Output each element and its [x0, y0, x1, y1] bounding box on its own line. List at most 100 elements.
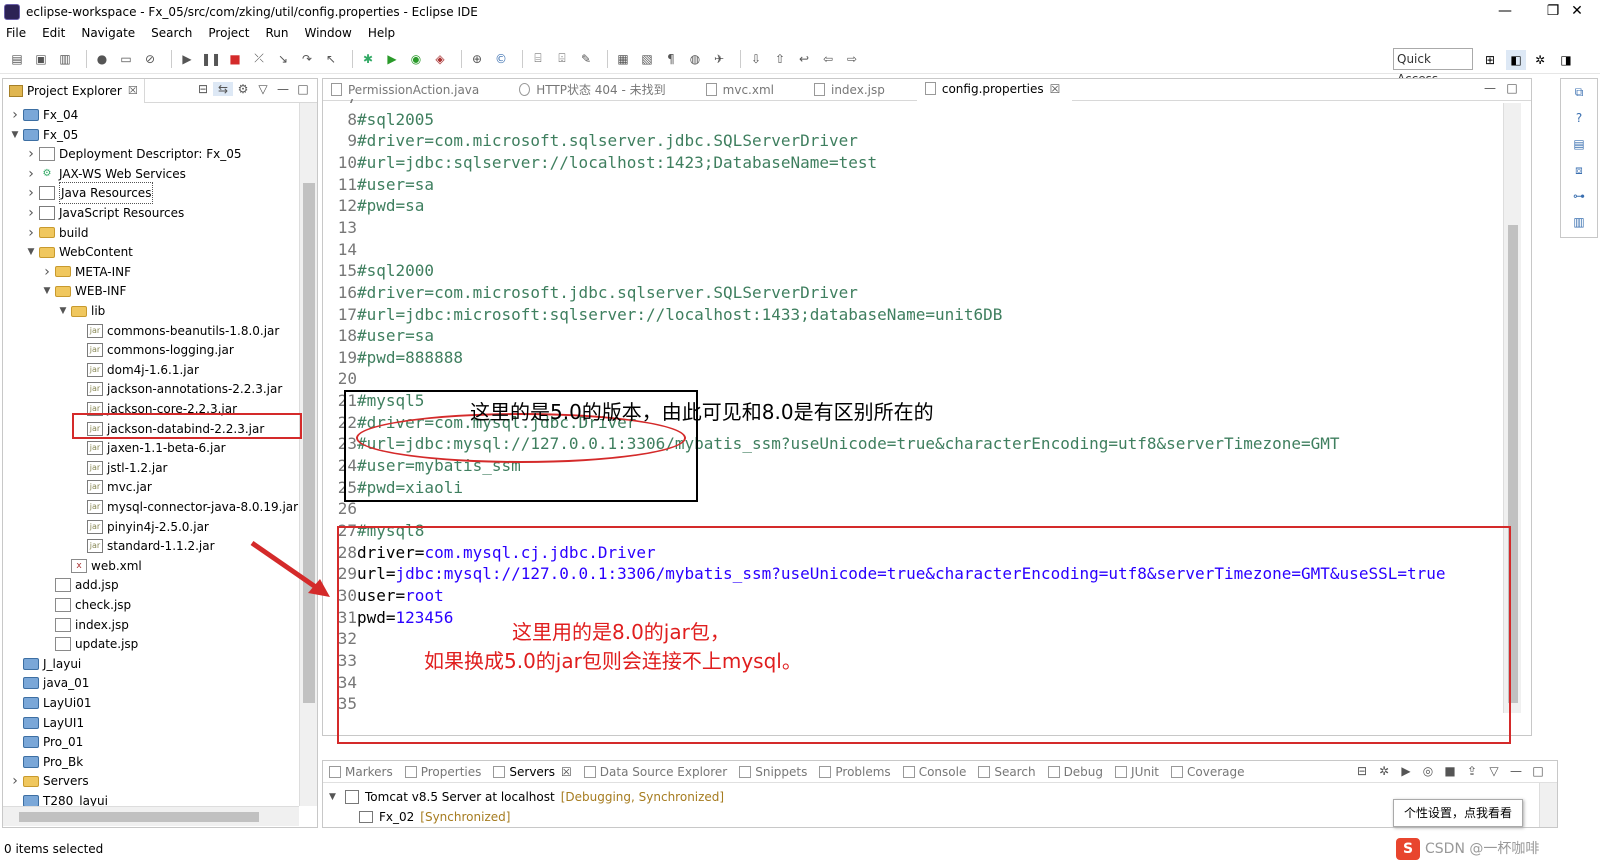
open-task-icon[interactable]: ⌹: [553, 50, 571, 68]
tree-item[interactable]: jar jstl-1.2.jar: [73, 458, 167, 478]
bottom-tab-problems[interactable]: Problems: [813, 765, 896, 779]
skip-breakpoints-icon[interactable]: ⊘: [141, 50, 159, 68]
chevron-right-icon[interactable]: ›: [9, 771, 21, 791]
step-into-icon[interactable]: ↘: [274, 50, 292, 68]
project-explorer-tab[interactable]: Project Explorer ☒: [3, 78, 145, 103]
next-annotation-icon[interactable]: ⇩: [747, 50, 765, 68]
toggle-block-icon[interactable]: ▦: [614, 50, 632, 68]
minimize-editor-icon[interactable]: —: [1479, 81, 1501, 95]
menu-navigate[interactable]: Navigate: [81, 26, 135, 40]
editor-tab-mvcxml[interactable]: mvc.xml: [698, 79, 786, 101]
debug-server-icon[interactable]: ✲: [1373, 764, 1395, 778]
maximize-view-icon[interactable]: □: [293, 82, 313, 96]
menu-help[interactable]: Help: [368, 26, 395, 40]
task-list-icon[interactable]: ▤: [1569, 137, 1589, 157]
tree-item[interactable]: update.jsp: [41, 634, 138, 654]
tree-item[interactable]: ▼ WebContent: [25, 242, 133, 262]
palette-icon[interactable]: ▥: [1569, 215, 1589, 235]
chevron-right-icon[interactable]: ›: [9, 105, 21, 125]
chevron-down-icon[interactable]: ▼: [41, 281, 53, 301]
coverage-icon[interactable]: ◉: [407, 50, 425, 68]
start-server-icon[interactable]: ▶: [1395, 764, 1417, 778]
new-server-icon[interactable]: ⊕: [468, 50, 486, 68]
debug-perspective-icon[interactable]: ✲: [1530, 50, 1550, 70]
terminal-icon[interactable]: ▭: [117, 50, 135, 68]
explorer-horizontal-scrollbar[interactable]: [3, 806, 299, 826]
tree-item[interactable]: jar commons-beanutils-1.8.0.jar: [73, 321, 279, 341]
explorer-hscroll-thumb[interactable]: [19, 812, 259, 822]
search-tool-icon[interactable]: ✎: [577, 50, 595, 68]
editor-tab-config-properties[interactable]: config.properties ☒: [916, 78, 1073, 101]
external-tools-icon[interactable]: ◈: [431, 50, 449, 68]
menu-project[interactable]: Project: [208, 26, 249, 40]
globe-icon[interactable]: ◍: [686, 50, 704, 68]
save-all-icon[interactable]: ▥: [56, 50, 74, 68]
tree-item[interactable]: › Java Resources: [25, 182, 154, 205]
tree-item[interactable]: Pro_01: [9, 732, 83, 752]
step-over-icon[interactable]: ↷: [298, 50, 316, 68]
back-icon[interactable]: ⇦: [819, 50, 837, 68]
bottom-tab-properties[interactable]: Properties: [399, 765, 488, 779]
tree-item[interactable]: jar commons-logging.jar: [73, 340, 234, 360]
bottom-tab-coverage[interactable]: Coverage: [1165, 765, 1251, 779]
chevron-down-icon[interactable]: ▼: [57, 301, 69, 321]
tree-item[interactable]: › ⚙ JAX-WS Web Services: [25, 164, 186, 184]
chevron-down-icon[interactable]: ▼: [25, 242, 37, 262]
chevron-right-icon[interactable]: ›: [25, 183, 37, 203]
chevron-right-icon[interactable]: ›: [25, 164, 37, 184]
ime-logo-icon[interactable]: S: [1396, 838, 1420, 860]
bottom-tab-debug[interactable]: Debug: [1042, 765, 1109, 779]
close-tab-icon[interactable]: ☒: [1050, 82, 1061, 96]
pin-icon[interactable]: ✈: [710, 50, 728, 68]
bottom-tab-data-source-explorer[interactable]: Data Source Explorer: [578, 765, 733, 779]
bottom-tab-console[interactable]: Console: [897, 765, 973, 779]
open-type-icon[interactable]: ⌸: [529, 50, 547, 68]
step-return-icon[interactable]: ↖: [322, 50, 340, 68]
tree-item[interactable]: › Deployment Descriptor: Fx_05: [25, 144, 241, 164]
tree-item[interactable]: › META-INF: [41, 262, 131, 282]
minimize-view-icon[interactable]: —: [1505, 764, 1527, 778]
close-window-button[interactable]: ✕: [1554, 0, 1600, 23]
explorer-scroll-thumb[interactable]: [303, 183, 315, 703]
server-module-row[interactable]: Fx_02 [Synchronized]: [359, 807, 510, 827]
restore-icon[interactable]: ⧈: [1569, 163, 1589, 183]
chevron-right-icon[interactable]: ›: [25, 223, 37, 243]
collapse-all-icon[interactable]: ⊟: [193, 82, 213, 96]
outline-icon[interactable]: ⧉: [1569, 85, 1589, 105]
maximize-editor-icon[interactable]: □: [1501, 81, 1523, 95]
close-tab-icon[interactable]: ☒: [561, 765, 572, 779]
editor-tab-permissionaction[interactable]: PermissionAction.java: [323, 79, 491, 101]
hierarchy-icon[interactable]: ⊶: [1569, 189, 1589, 209]
tree-item[interactable]: ▼ Fx_05: [9, 125, 79, 145]
tree-item[interactable]: check.jsp: [41, 595, 131, 615]
bottom-tab-snippets[interactable]: Snippets: [733, 765, 813, 779]
tree-item[interactable]: › Fx_04: [9, 105, 78, 125]
terminate-icon[interactable]: ■: [226, 50, 244, 68]
menu-window[interactable]: Window: [304, 26, 351, 40]
tree-item[interactable]: jar dom4j-1.6.1.jar: [73, 360, 199, 380]
profile-server-icon[interactable]: ◎: [1417, 764, 1439, 778]
prev-annotation-icon[interactable]: ⇧: [771, 50, 789, 68]
tree-item[interactable]: LayUI1: [9, 713, 84, 733]
tree-item[interactable]: LayUi01: [9, 693, 92, 713]
quick-access-field[interactable]: Quick Access: [1393, 48, 1473, 86]
view-menu-icon[interactable]: ▽: [253, 82, 273, 96]
explorer-vertical-scrollbar[interactable]: [299, 103, 317, 806]
server-row[interactable]: ▼ Tomcat v8.5 Server at localhost [Debug…: [329, 787, 724, 807]
menu-edit[interactable]: Edit: [42, 26, 65, 40]
tree-item[interactable]: index.jsp: [41, 615, 129, 635]
bottom-tab-servers[interactable]: Servers ☒: [487, 765, 577, 779]
collapse-icon[interactable]: ⊟: [1351, 764, 1373, 778]
profile-icon[interactable]: ●: [93, 50, 111, 68]
java-ee-perspective-icon[interactable]: ◧: [1506, 50, 1526, 70]
java-perspective-icon[interactable]: ◨: [1556, 50, 1576, 70]
bottom-tab-search[interactable]: Search: [972, 765, 1041, 779]
tree-item[interactable]: › JavaScript Resources: [25, 203, 184, 223]
close-tab-icon[interactable]: ☒: [128, 84, 138, 97]
tree-item[interactable]: › build: [25, 223, 88, 243]
tree-item[interactable]: › Servers: [9, 771, 88, 791]
editor-tab-http404[interactable]: HTTP状态 404 - 未找到: [511, 79, 677, 101]
save-icon[interactable]: ▣: [32, 50, 50, 68]
servers-vertical-scrollbar[interactable]: [1539, 783, 1557, 827]
minimize-button[interactable]: —: [1482, 0, 1528, 23]
